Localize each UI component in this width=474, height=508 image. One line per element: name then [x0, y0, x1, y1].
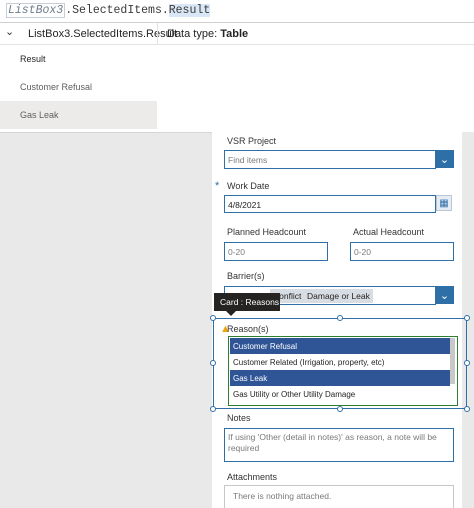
notes-input[interactable]: If using 'Other (detail in notes)' as re…	[224, 428, 454, 462]
tooltip-arrow	[226, 311, 236, 316]
intellisense-result-list: Result Customer Refusal Gas Leak	[0, 45, 157, 133]
attachments-label: Attachments	[227, 472, 278, 482]
listbox-scrollbar[interactable]	[450, 338, 455, 384]
actual-headcount-label: Actual Headcount	[353, 227, 425, 237]
list-item: Customer Refusal	[20, 82, 93, 92]
resize-handle[interactable]	[210, 406, 216, 412]
listbox-item[interactable]: Customer Related (Irrigation, property, …	[230, 354, 450, 370]
reasons-listbox[interactable]: Customer Refusal Customer Related (Irrig…	[228, 336, 458, 406]
formula-identifier: ListBox3	[8, 4, 64, 17]
planned-headcount-input[interactable]: 0-20	[224, 242, 328, 261]
listbox-item[interactable]: Gas Utility or Other Utility Damage	[230, 386, 450, 402]
data-type-label: Data type:	[167, 28, 218, 40]
barriers-label: Barrier(s)	[227, 271, 265, 281]
reasons-label: Reason(s)	[227, 324, 269, 334]
listbox-item[interactable]: Customer Refusal	[230, 338, 450, 354]
chevron-down-icon[interactable]: ⌄	[435, 150, 454, 168]
listbox-item[interactable]: Gas Leak	[230, 370, 450, 386]
formula-bar[interactable]: ListBox3 .SelectedItems.Result	[0, 0, 474, 23]
resize-handle[interactable]	[464, 315, 470, 321]
intellisense-panel: ⌄ ListBox3.SelectedItems.Result Data typ…	[0, 23, 474, 133]
barrier-chip[interactable]: Damage or Leak	[304, 289, 373, 303]
formula-property: SelectedItems	[72, 4, 162, 17]
data-type-info: Data type: Table	[167, 28, 248, 40]
chevron-down-icon[interactable]: ⌄	[435, 286, 454, 304]
resize-handle[interactable]	[337, 315, 343, 321]
work-date-label: Work Date	[227, 181, 270, 191]
result-column-header: Result	[20, 54, 46, 64]
intellisense-path: ListBox3.SelectedItems.Result	[28, 28, 178, 40]
notes-label: Notes	[227, 413, 251, 423]
work-date-input[interactable]: 4/8/2021	[224, 195, 436, 213]
asterisk-icon: *	[215, 180, 220, 192]
divider	[157, 23, 158, 45]
vsr-project-input[interactable]: Find items	[224, 150, 436, 169]
resize-handle[interactable]	[210, 360, 216, 366]
formula-result: Result	[168, 4, 211, 17]
vsr-project-label: VSR Project	[227, 136, 277, 146]
intellisense-header: ⌄ ListBox3.SelectedItems.Result Data typ…	[0, 23, 474, 45]
resize-handle[interactable]	[464, 406, 470, 412]
list-item: Gas Leak	[0, 101, 157, 129]
resize-handle[interactable]	[464, 360, 470, 366]
card-tooltip: Card : Reasons	[214, 293, 280, 311]
data-type-value: Table	[220, 28, 249, 40]
formula-dot: .	[161, 4, 169, 17]
resize-handle[interactable]	[337, 406, 343, 412]
actual-headcount-input[interactable]: 0-20	[350, 242, 454, 261]
resize-handle[interactable]	[210, 315, 216, 321]
planned-headcount-label: Planned Headcount	[227, 227, 307, 237]
chevron-down-icon[interactable]: ⌄	[5, 25, 14, 38]
calendar-icon[interactable]: ▦	[436, 195, 452, 211]
attachments-box[interactable]: There is nothing attached.	[224, 485, 454, 508]
formula-text[interactable]: ListBox3 .SelectedItems.Result	[6, 3, 211, 18]
